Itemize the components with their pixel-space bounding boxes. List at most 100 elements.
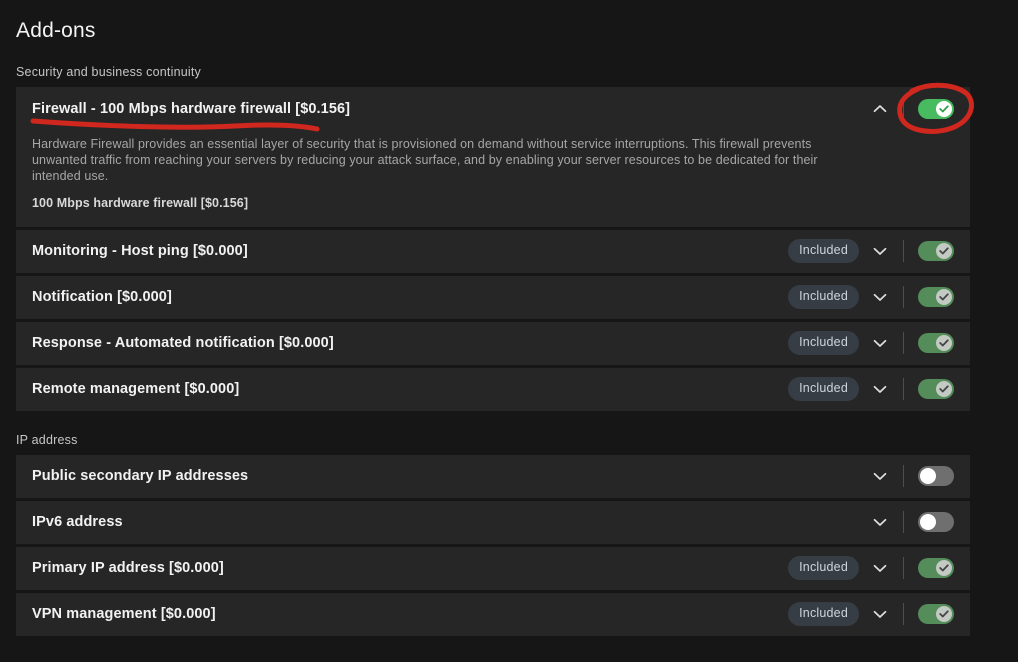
addon-row: Remote management [$0.000] Included [16,368,970,411]
included-badge: Included [788,331,859,355]
chevron-down-icon[interactable] [871,383,889,396]
chevron-down-icon[interactable] [871,562,889,575]
divider [903,332,904,354]
check-icon [939,247,949,255]
addon-description: Hardware Firewall provides an essential … [32,136,832,185]
row-controls [859,511,954,533]
included-badge: Included [788,602,859,626]
addon-title: Remote management [$0.000] [32,381,788,397]
toggle-wrap [918,99,954,119]
check-icon [939,564,949,572]
divider [903,465,904,487]
toggle-knob [936,335,952,351]
divider [903,286,904,308]
addon-row-header[interactable]: Public secondary IP addresses [16,455,970,498]
addon-title: Firewall - 100 Mbps hardware firewall [$… [32,101,859,117]
addon-toggle[interactable] [918,241,954,261]
addon-toggle[interactable] [918,512,954,532]
addon-section: IP address Public secondary IP addresses [16,433,1018,636]
included-badge: Included [788,239,859,263]
page-title: Add-ons [16,19,1018,43]
addon-row-header[interactable]: Notification [$0.000] Included [16,276,970,319]
addon-row-header[interactable]: Remote management [$0.000] Included [16,368,970,411]
addon-row-header[interactable]: IPv6 address [16,501,970,544]
selected-option: 100 Mbps hardware firewall [$0.156] [32,196,954,210]
addon-title: Response - Automated notification [$0.00… [32,335,788,351]
addons-page: Add-ons Security and business continuity… [0,0,1018,636]
chevron-down-icon[interactable] [871,470,889,483]
toggle-knob [936,606,952,622]
toggle-knob [936,560,952,576]
row-controls: Included [788,377,954,401]
toggle-knob [920,468,936,484]
chevron-up-icon[interactable] [871,102,889,115]
addon-toggle[interactable] [918,287,954,307]
section-rows: Public secondary IP addresses [16,455,970,636]
addon-row: VPN management [$0.000] Included [16,593,970,636]
toggle-knob [936,243,952,259]
chevron-down-icon[interactable] [871,516,889,529]
toggle-knob [936,381,952,397]
addon-row: Public secondary IP addresses [16,455,970,498]
check-icon [939,385,949,393]
included-badge: Included [788,285,859,309]
addon-row: IPv6 address [16,501,970,544]
toggle-wrap [918,466,954,486]
addon-row: Primary IP address [$0.000] Included [16,547,970,590]
divider [903,98,904,120]
divider [903,557,904,579]
row-controls: Included [788,331,954,355]
addon-row-header[interactable]: Monitoring - Host ping [$0.000] Included [16,230,970,273]
check-icon [939,610,949,618]
addon-row-header[interactable]: Firewall - 100 Mbps hardware firewall [$… [16,87,970,130]
addon-body: Hardware Firewall provides an essential … [16,136,970,227]
addon-row: Monitoring - Host ping [$0.000] Included [16,230,970,273]
addon-toggle[interactable] [918,379,954,399]
addon-title: VPN management [$0.000] [32,606,788,622]
divider [903,511,904,533]
toggle-knob [920,514,936,530]
addon-row: Notification [$0.000] Included [16,276,970,319]
row-controls [859,465,954,487]
included-badge: Included [788,377,859,401]
row-controls: Included [788,556,954,580]
addon-toggle[interactable] [918,558,954,578]
addon-row: Response - Automated notification [$0.00… [16,322,970,365]
toggle-wrap [918,512,954,532]
section-label: IP address [16,433,1018,447]
addon-title: Monitoring - Host ping [$0.000] [32,243,788,259]
chevron-down-icon[interactable] [871,608,889,621]
section-rows: Firewall - 100 Mbps hardware firewall [$… [16,87,970,411]
included-badge: Included [788,556,859,580]
toggle-knob [936,101,952,117]
addon-row-header[interactable]: Primary IP address [$0.000] Included [16,547,970,590]
addon-toggle[interactable] [918,466,954,486]
addon-toggle[interactable] [918,99,954,119]
check-icon [939,339,949,347]
addon-row: Firewall - 100 Mbps hardware firewall [$… [16,87,970,227]
addon-toggle[interactable] [918,333,954,353]
section-label: Security and business continuity [16,65,1018,79]
chevron-down-icon[interactable] [871,337,889,350]
row-controls: Included [788,239,954,263]
divider [903,378,904,400]
addon-toggle[interactable] [918,604,954,624]
row-controls: Included [788,602,954,626]
toggle-wrap [918,558,954,578]
addon-title: Notification [$0.000] [32,289,788,305]
divider [903,240,904,262]
addon-row-header[interactable]: VPN management [$0.000] Included [16,593,970,636]
addon-row-header[interactable]: Response - Automated notification [$0.00… [16,322,970,365]
chevron-down-icon[interactable] [871,291,889,304]
addon-title: Primary IP address [$0.000] [32,560,788,576]
toggle-wrap [918,287,954,307]
toggle-wrap [918,379,954,399]
chevron-down-icon[interactable] [871,245,889,258]
addon-title: Public secondary IP addresses [32,468,859,484]
sections-container: Security and business continuity Firewal… [16,65,1018,636]
addon-title: IPv6 address [32,514,859,530]
toggle-wrap [918,333,954,353]
addon-section: Security and business continuity Firewal… [16,65,1018,411]
row-controls [859,98,954,120]
toggle-wrap [918,241,954,261]
